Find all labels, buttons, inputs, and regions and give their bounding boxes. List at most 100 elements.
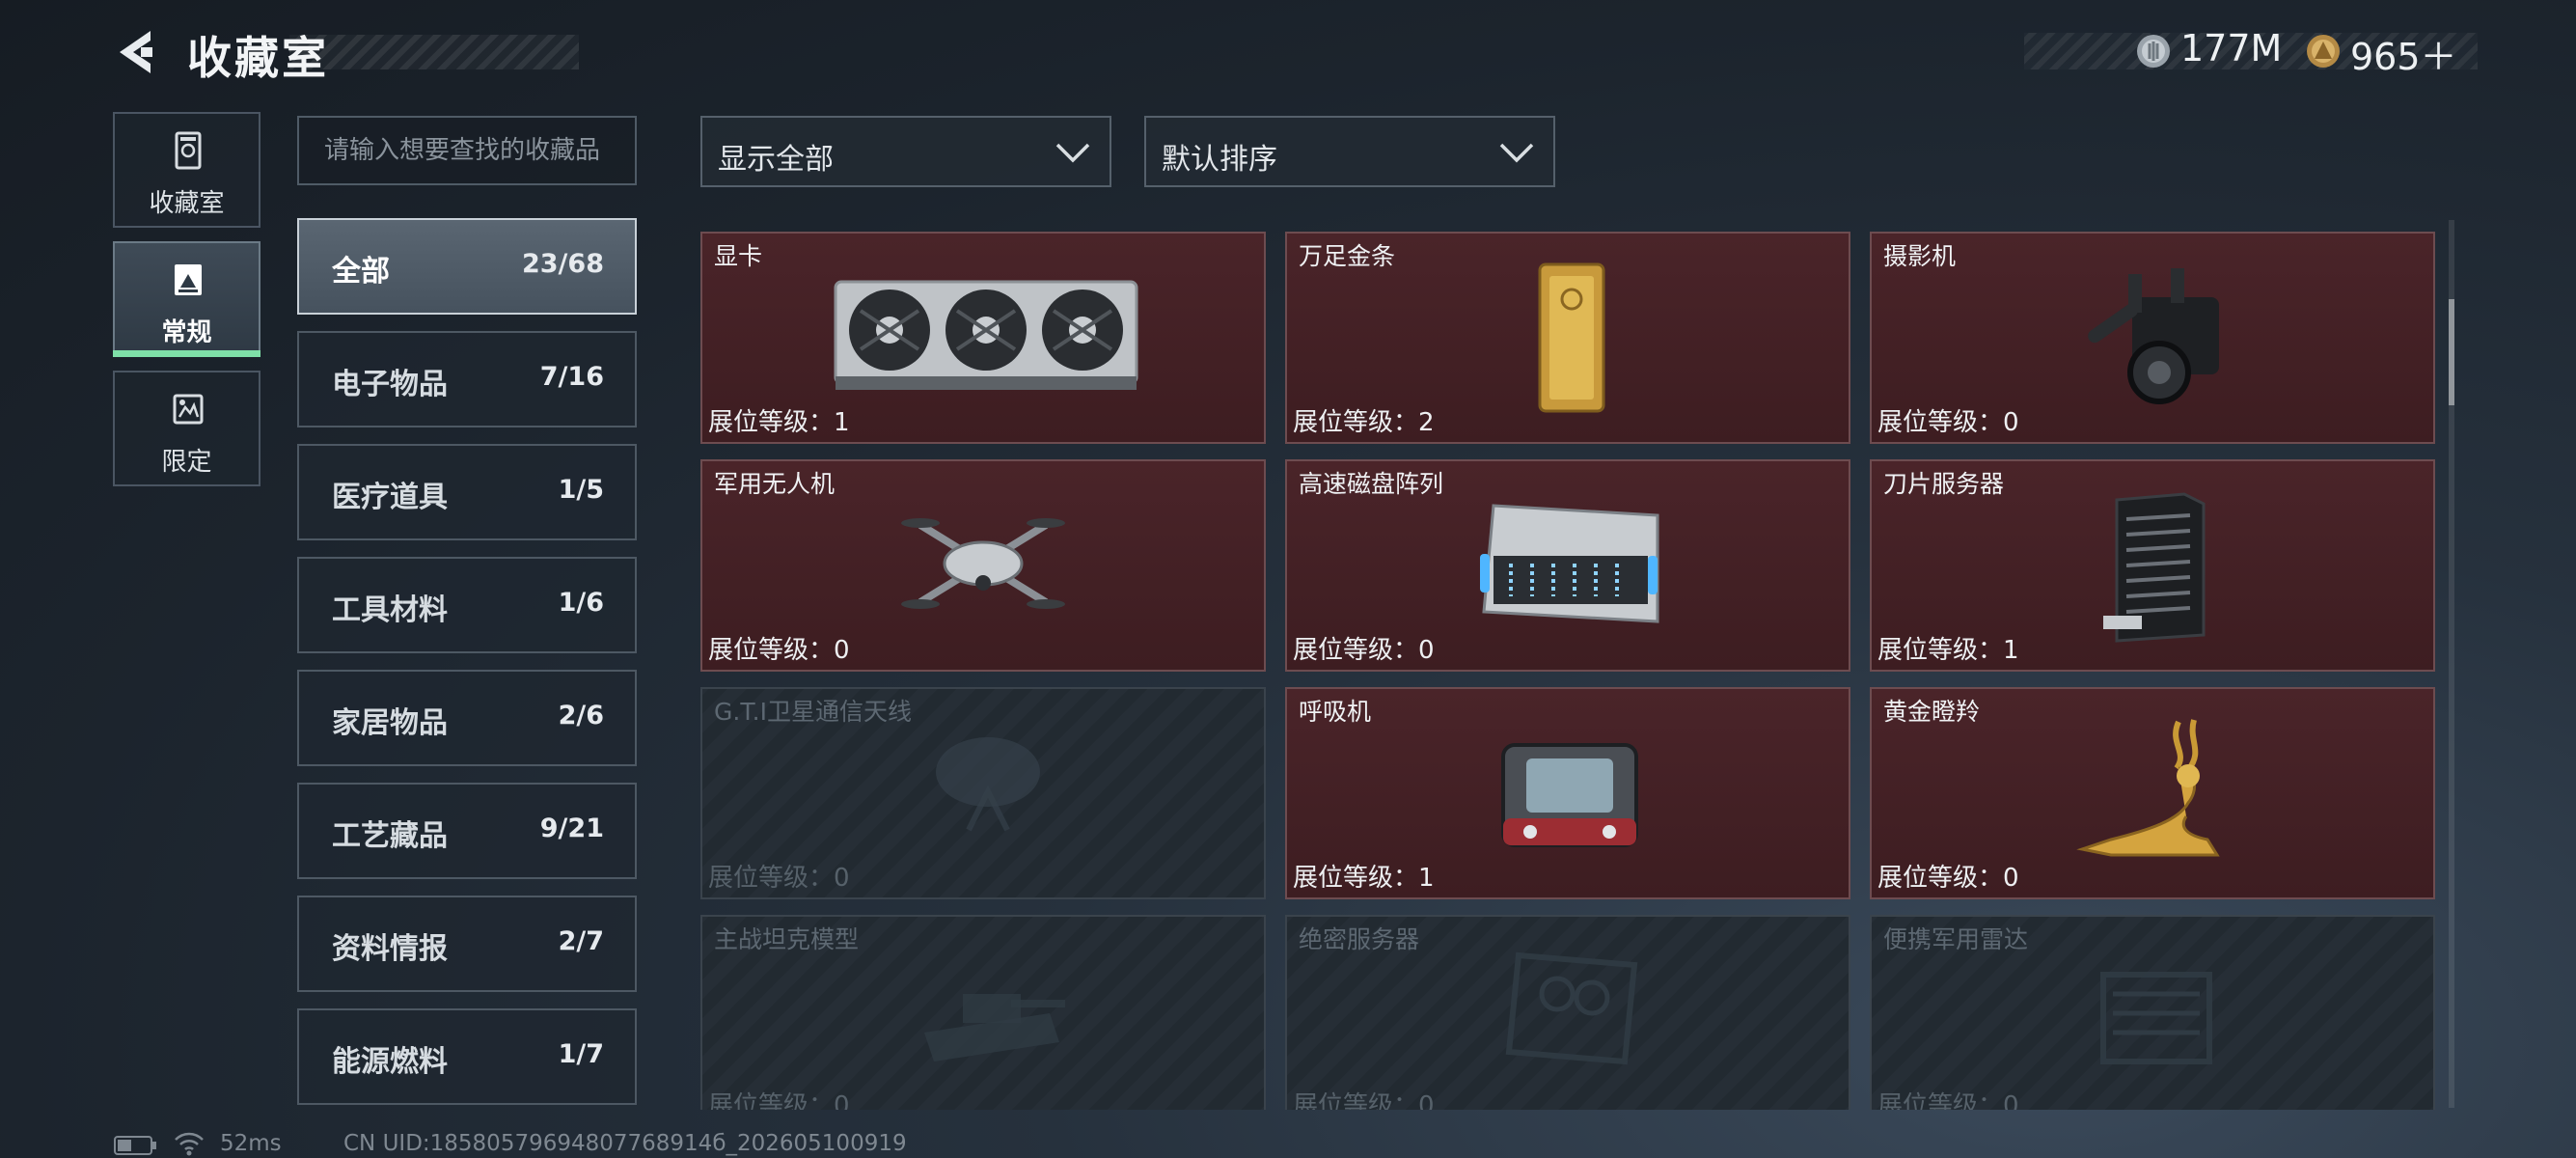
search-box[interactable] (297, 116, 637, 185)
gold-coin-icon (2307, 35, 2340, 68)
card-name: 军用无人机 (714, 470, 836, 498)
collection-card-gold-bar[interactable]: 万足金条 展位等级：2 (1285, 232, 1850, 444)
collection-card-tank-model[interactable]: 主战坦克模型 展位等级：0 (700, 915, 1266, 1110)
category-count: 23/68 (521, 249, 604, 279)
card-name: 万足金条 (1299, 242, 1396, 270)
card-level: 展位等级：1 (1293, 864, 1435, 893)
collection-card-video-camera[interactable]: 摄影机 展位等级：0 (1870, 232, 2435, 444)
category-count: 1/7 (558, 1039, 604, 1069)
card-level: 展位等级：0 (1877, 408, 2019, 437)
search-input[interactable] (299, 118, 635, 183)
category-name: 家居物品 (332, 706, 448, 740)
card-name: 绝密服务器 (1299, 925, 1420, 953)
category-electronics[interactable]: 电子物品 7/16 (297, 331, 637, 427)
sort-dropdown[interactable]: 默认排序 (1144, 116, 1555, 187)
collection-grid: 显卡 展位等级：1 万足金条 展位等级：2 摄影机 展位等级：0 军用无人机 展… (700, 232, 2437, 1110)
gold-currency-value: 965＋ (2350, 36, 2457, 78)
card-name: 黄金瞪羚 (1883, 698, 1981, 726)
category-count: 9/21 (539, 813, 604, 843)
category-count: 1/5 (558, 475, 604, 505)
category-count: 7/16 (539, 362, 604, 392)
tab-limited[interactable]: 限定 (113, 371, 260, 486)
collection-card-disk-array[interactable]: 高速磁盘阵列 展位等级：0 (1285, 459, 1850, 672)
silver-coin-icon (2137, 35, 2170, 68)
standard-collection-icon (175, 264, 202, 295)
battery-icon (114, 1136, 156, 1155)
collection-card-golden-gazelle[interactable]: 黄金瞪羚 展位等级：0 (1870, 687, 2435, 899)
card-level: 展位等级：1 (1877, 636, 2019, 665)
card-level: 展位等级：0 (708, 636, 850, 665)
user-uid: CN UID:18580579694807768914б_20260510091… (343, 1131, 907, 1156)
graphics-card-icon (834, 280, 1138, 390)
category-energy[interactable]: 能源燃料 1/7 (297, 1008, 637, 1105)
card-name: 显卡 (714, 242, 763, 270)
collection-card-blade-server[interactable]: 刀片服务器 展位等级：1 (1870, 459, 2435, 672)
card-level: 展位等级：0 (1293, 1091, 1435, 1110)
category-tools[interactable]: 工具材料 1/6 (297, 557, 637, 653)
card-level: 展位等级：0 (1877, 864, 2019, 893)
display-filter-value: 显示全部 (718, 143, 834, 177)
card-level: 展位等级：2 (1293, 408, 1435, 437)
collection-card-portable-radar[interactable]: 便携军用雷达 展位等级：0 (1870, 915, 2435, 1110)
card-name: 刀片服务器 (1883, 470, 2005, 498)
card-name: G.T.I卫星通信天线 (714, 698, 912, 726)
collection-card-graphics-card[interactable]: 显卡 展位等级：1 (700, 232, 1266, 444)
drone-icon (901, 518, 1065, 609)
category-crafts[interactable]: 工艺藏品 9/21 (297, 783, 637, 879)
secret-server-icon (1505, 951, 1638, 1065)
category-intel[interactable]: 资料情报 2/7 (297, 896, 637, 992)
collection-card-ventilator[interactable]: 呼吸机 展位等级：1 (1285, 687, 1850, 899)
card-name: 主战坦克模型 (714, 925, 860, 953)
golden-gazelle-icon (2076, 719, 2220, 857)
tab-label: 常规 (161, 318, 212, 347)
category-name: 全部 (332, 255, 390, 289)
chevron-down-icon (1055, 143, 1090, 163)
display-filter-dropdown[interactable]: 显示全部 (700, 116, 1111, 187)
tab-standard[interactable]: 常规 (113, 241, 260, 357)
ping-value: 52ms (220, 1131, 282, 1156)
title-decoration (289, 35, 579, 69)
category-name: 电子物品 (332, 368, 448, 401)
blade-server-icon (2103, 492, 2206, 643)
category-all[interactable]: 全部 23/68 (297, 218, 637, 315)
disk-array-icon (1480, 504, 1659, 623)
card-level: 展位等级：0 (1293, 636, 1435, 665)
portable-radar-icon (2100, 972, 2212, 1064)
category-count: 1/6 (558, 588, 604, 618)
category-name: 能源燃料 (332, 1045, 448, 1079)
category-name: 工具材料 (332, 593, 448, 627)
video-camera-icon (2088, 268, 2219, 404)
page-title: 收藏室 (187, 32, 329, 84)
category-name: 工艺藏品 (332, 819, 448, 853)
limited-collection-icon (173, 394, 204, 425)
card-name: 便携军用雷达 (1883, 925, 2029, 953)
category-name: 医疗道具 (332, 481, 448, 514)
category-name: 资料情报 (332, 932, 448, 966)
collection-card-secret-server[interactable]: 绝密服务器 展位等级：0 (1285, 915, 1850, 1110)
card-name: 呼吸机 (1299, 698, 1372, 726)
card-name: 摄影机 (1883, 242, 1957, 270)
card-level: 展位等级：0 (1877, 1091, 2019, 1110)
silver-currency-value: 177M (2180, 27, 2283, 69)
category-count: 2/6 (558, 701, 604, 731)
tab-collection-room[interactable]: 收藏室 (113, 112, 260, 228)
category-household[interactable]: 家居物品 2/6 (297, 670, 637, 766)
chevron-down-icon (1499, 143, 1534, 163)
back-button[interactable] (112, 27, 162, 77)
active-tab-indicator (113, 350, 260, 357)
card-level: 展位等级：0 (708, 864, 850, 893)
tab-label: 收藏室 (149, 189, 225, 218)
card-name: 高速磁盘阵列 (1299, 470, 1444, 498)
collection-card-drone[interactable]: 军用无人机 展位等级：0 (700, 459, 1266, 672)
card-level: 展位等级：1 (708, 408, 850, 437)
ventilator-icon (1501, 743, 1638, 847)
sort-value: 默认排序 (1162, 143, 1277, 177)
card-level: 展位等级：0 (708, 1091, 850, 1110)
cabinet-icon (175, 131, 202, 170)
collection-card-satellite-dish[interactable]: G.T.I卫星通信天线 展位等级：0 (700, 687, 1266, 899)
satellite-dish-icon (936, 737, 1040, 832)
category-medical[interactable]: 医疗道具 1/5 (297, 444, 637, 540)
tank-model-icon (924, 994, 1065, 1062)
tab-label: 限定 (161, 448, 212, 477)
scrollbar-thumb[interactable] (2449, 299, 2454, 405)
